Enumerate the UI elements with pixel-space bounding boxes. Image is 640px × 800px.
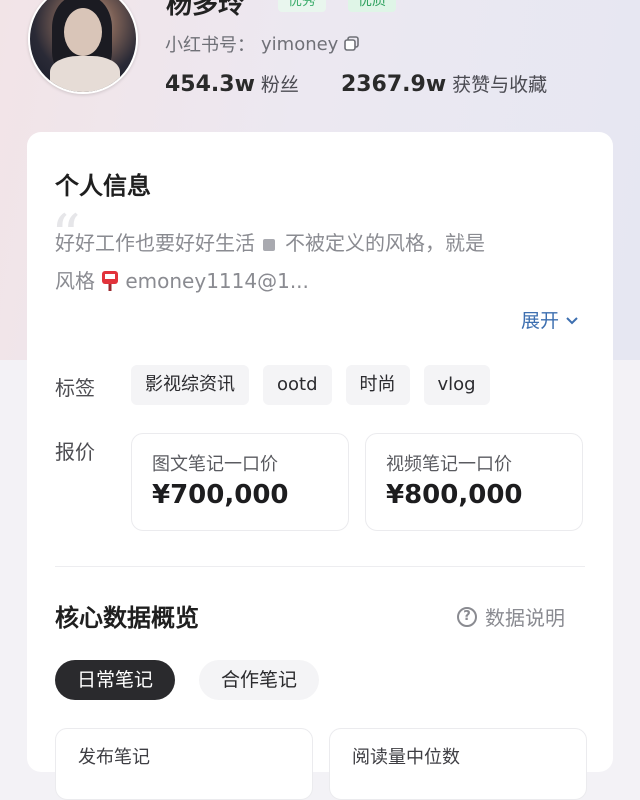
stat-card-published-notes[interactable]: 发布笔记: [55, 728, 313, 800]
mailbox-icon: [101, 266, 119, 291]
tab-collab-notes[interactable]: 合作笔记: [199, 660, 320, 700]
bio-email: emoney1114@1...: [125, 269, 309, 293]
profile-name: 杨多玲: [166, 0, 245, 20]
price-card-label: 视频笔记一口价: [386, 454, 512, 475]
price-card-video-note: 视频笔记一口价 ¥800,000: [365, 433, 583, 531]
avatar-shirt: [50, 56, 120, 92]
help-circle-icon: ?: [457, 606, 477, 627]
followers-label: 粉丝: [260, 74, 299, 96]
bio-line1b: 不被定义的风格，就是: [285, 231, 485, 255]
tags-list: 影视综资讯 ootd 时尚 vlog: [131, 365, 490, 405]
section-title-core-data: 核心数据概览: [55, 604, 199, 632]
price-card-image-note: 图文笔记一口价 ¥700,000: [131, 433, 349, 531]
price-card-label: 图文笔记一口价: [152, 454, 278, 475]
data-help-link[interactable]: ? 数据说明: [457, 602, 565, 631]
section-title-personal-info: 个人信息: [55, 172, 151, 200]
tag-item[interactable]: vlog: [423, 365, 490, 405]
red-id-label: 小红书号：: [165, 35, 255, 56]
data-help-label: 数据说明: [485, 606, 565, 630]
stat-card-label: 阅读量中位数: [352, 747, 460, 768]
info-card: 个人信息 “ 好好工作也要好好生活 不被定义的风格，就是 风格 emoney111…: [27, 132, 613, 800]
followers-count: 454.3w: [165, 72, 255, 97]
badge-excellent: 优秀: [278, 0, 326, 12]
divider: [55, 566, 585, 567]
bullet-square-icon: [263, 238, 275, 251]
stat-card-label: 发布笔记: [78, 747, 150, 768]
tags-label: 标签: [55, 376, 95, 400]
red-id-row: 小红书号： yimoney: [165, 31, 360, 57]
tab-daily-notes[interactable]: 日常笔记: [55, 660, 176, 700]
avatar-face: [64, 8, 102, 56]
likes-count: 2367.9w: [340, 72, 447, 97]
chevron-down-icon: [565, 309, 579, 331]
stat-card-median-reads[interactable]: 阅读量中位数: [329, 728, 587, 800]
badge-quality: 优质: [348, 0, 396, 12]
red-id-value: yimoney: [261, 33, 339, 55]
expand-button[interactable]: 展开: [521, 306, 579, 333]
copy-icon[interactable]: [344, 36, 360, 52]
price-card-value: ¥700,000: [152, 480, 289, 510]
likes-label: 获赞与收藏: [452, 74, 548, 96]
expand-label: 展开: [521, 310, 560, 332]
bio-text: 好好工作也要好好生活 不被定义的风格，就是 风格 emoney1114@1...: [55, 224, 585, 300]
tag-item[interactable]: ootd: [263, 365, 332, 405]
price-card-value: ¥800,000: [386, 480, 523, 510]
bio-line2: 风格: [55, 269, 95, 293]
profile-stats: 454.3w 粉丝 2367.9w 获赞与收藏: [165, 70, 547, 97]
tag-item[interactable]: 影视综资讯: [131, 365, 249, 405]
price-label: 报价: [55, 440, 95, 464]
bio-line1: 好好工作也要好好生活: [55, 231, 255, 255]
tag-item[interactable]: 时尚: [345, 365, 410, 405]
